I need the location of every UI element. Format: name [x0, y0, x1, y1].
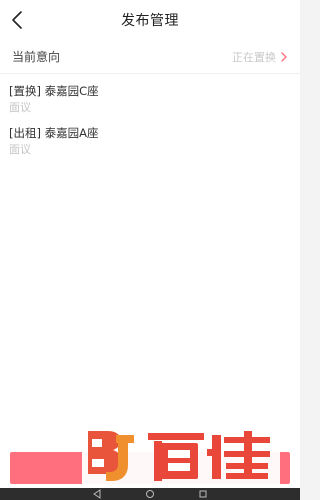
listing-title: [出租] 泰嘉园A座: [9, 126, 99, 140]
listing-title: [置换] 泰嘉园C座: [9, 84, 99, 98]
intent-label: 当前意向: [12, 50, 61, 64]
intent-value: 正在置换: [232, 50, 276, 64]
recents-square-icon[interactable]: [197, 489, 209, 499]
chevron-right-icon: [281, 51, 287, 62]
listing-list: [置换] 泰嘉园C座 面议 [出租] 泰嘉园A座 面议: [0, 80, 300, 164]
list-item[interactable]: [置换] 泰嘉园C座 面议: [0, 80, 300, 122]
list-item[interactable]: [出租] 泰嘉园A座 面议: [0, 122, 300, 164]
current-intent-row[interactable]: 当前意向 正在置换: [0, 40, 300, 74]
page-title: 发布管理: [121, 13, 179, 29]
listing-price: 面议: [9, 143, 31, 156]
listing-price: 面议: [9, 101, 31, 114]
back-triangle-icon[interactable]: [91, 489, 103, 499]
home-circle-icon[interactable]: [144, 489, 156, 499]
watermark-logo: [82, 425, 280, 491]
top-bar: 发布管理: [0, 0, 300, 40]
back-button[interactable]: [6, 8, 28, 32]
system-navigation-bar: [0, 488, 300, 500]
intent-selector[interactable]: 正在置换: [232, 49, 288, 65]
chevron-left-icon: [12, 11, 22, 29]
app-screen: 发布管理 当前意向 正在置换 [置换] 泰嘉园C座 面议 [出租] 泰嘉园A座 …: [0, 0, 300, 500]
